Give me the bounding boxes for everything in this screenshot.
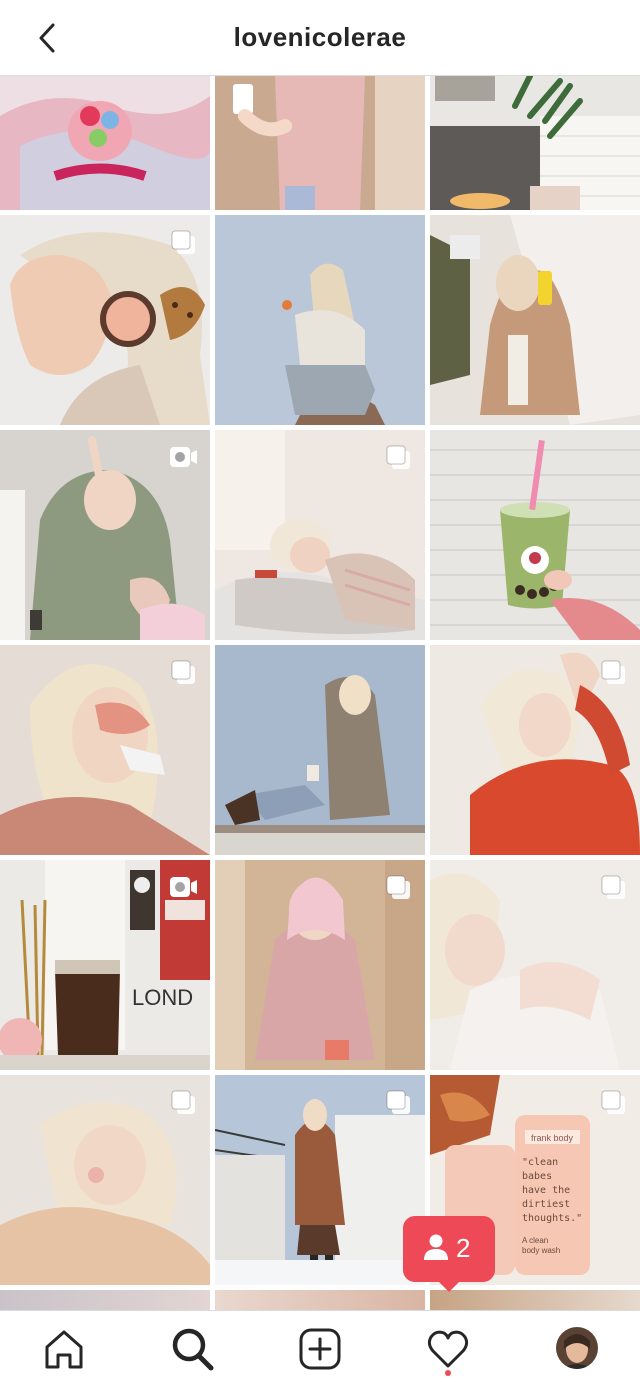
multiple-posts-icon — [386, 1090, 410, 1114]
sign-text: LOND — [132, 985, 193, 1010]
post-thumbnail[interactable] — [430, 430, 640, 640]
multiple-posts-icon — [601, 660, 625, 684]
post-thumbnail[interactable] — [0, 1290, 210, 1310]
bottom-tab-bar — [0, 1310, 640, 1387]
post-thumbnail[interactable] — [215, 215, 425, 425]
person-icon — [424, 1234, 448, 1260]
multiple-posts-icon — [601, 1090, 625, 1114]
tab-search[interactable] — [168, 1325, 216, 1373]
post-thumbnail[interactable] — [430, 215, 640, 425]
multiple-posts-icon — [386, 875, 410, 899]
post-thumbnail[interactable]: LOND — [0, 860, 210, 1070]
profile-username-title: lovenicolerae — [233, 22, 407, 52]
home-icon — [45, 1330, 83, 1369]
activity-unread-dot — [445, 1370, 451, 1376]
multiple-posts-icon — [601, 875, 625, 899]
multiple-posts-icon — [386, 445, 410, 469]
tab-home[interactable] — [40, 1325, 88, 1373]
chevron-left-icon — [39, 23, 55, 53]
bottle-brand-text: frank body — [531, 1133, 574, 1143]
video-post-icon — [170, 877, 197, 897]
post-thumbnail[interactable] — [215, 860, 425, 1070]
post-thumbnail[interactable] — [215, 1075, 425, 1285]
new-post-icon — [299, 1328, 341, 1370]
post-thumbnail[interactable] — [0, 215, 210, 425]
back-button[interactable] — [30, 20, 66, 56]
svg-text:A clean: A clean — [522, 1236, 548, 1245]
post-thumbnail[interactable] — [215, 430, 425, 640]
activity-notification-bubble[interactable]: 2 — [403, 1216, 495, 1292]
multiple-posts-icon — [171, 1090, 195, 1114]
multiple-posts-icon — [171, 660, 195, 684]
search-icon — [172, 1328, 214, 1371]
activity-heart-icon — [427, 1330, 469, 1368]
post-thumbnail[interactable] — [215, 645, 425, 855]
post-thumbnail[interactable] — [0, 1075, 210, 1285]
photo-grid: LOND frank body "clean babes have the di… — [0, 76, 640, 1310]
post-thumbnail[interactable] — [215, 1290, 425, 1310]
tab-activity[interactable] — [424, 1325, 472, 1373]
tab-new-post[interactable] — [296, 1325, 344, 1373]
multiple-posts-icon — [171, 230, 195, 254]
video-post-icon — [170, 447, 197, 467]
top-header: lovenicolerae — [0, 0, 640, 76]
post-thumbnail[interactable] — [0, 430, 210, 640]
svg-text:body wash: body wash — [522, 1246, 560, 1255]
profile-avatar[interactable] — [556, 1327, 598, 1369]
notification-count: 2 — [456, 1233, 471, 1263]
post-thumbnail[interactable] — [430, 860, 640, 1070]
post-thumbnail[interactable] — [430, 645, 640, 855]
post-thumbnail[interactable] — [430, 1290, 640, 1310]
post-thumbnail[interactable] — [0, 645, 210, 855]
